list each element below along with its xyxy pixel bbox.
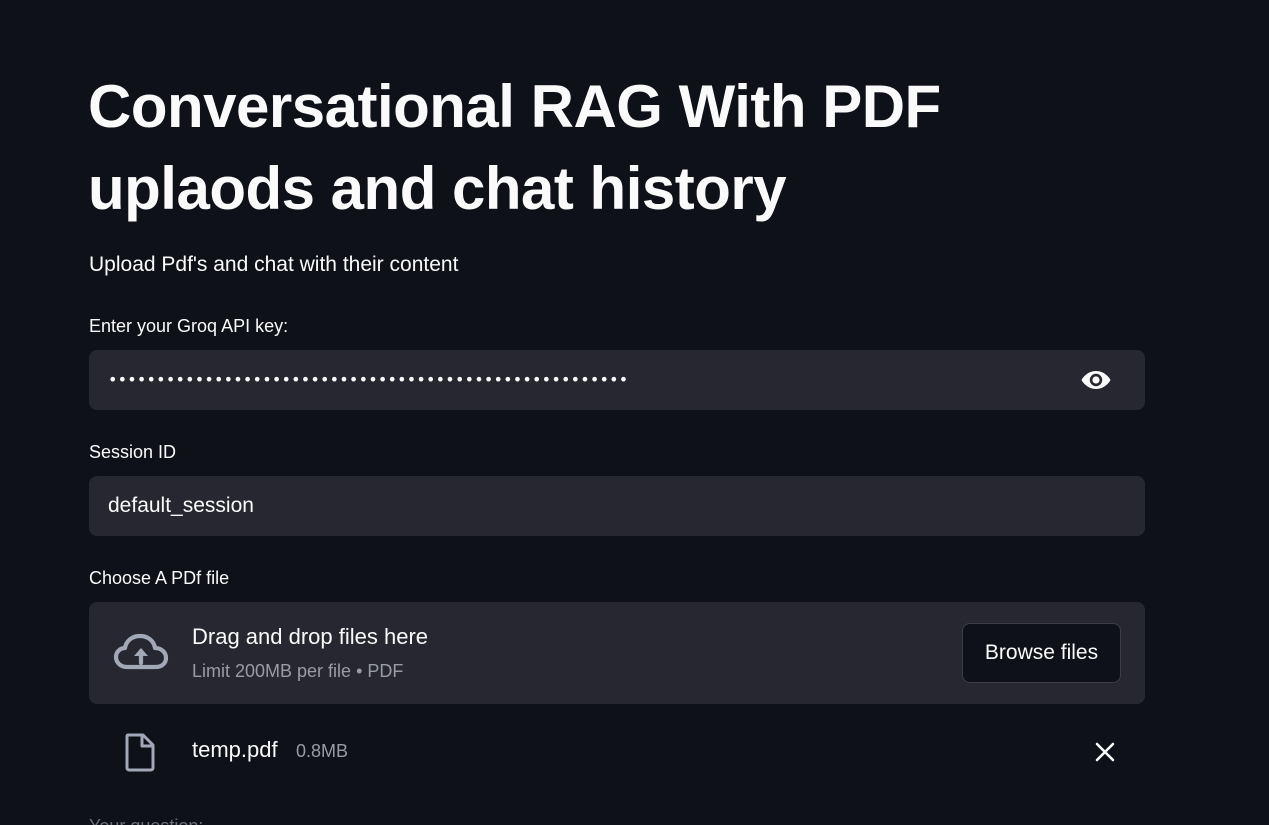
close-icon[interactable]	[1091, 738, 1119, 766]
session-id-field[interactable]	[89, 476, 1145, 536]
session-id-input[interactable]	[89, 476, 1049, 536]
browse-files-button[interactable]: Browse files	[962, 623, 1121, 683]
eye-icon[interactable]	[1080, 368, 1112, 392]
page-subtitle: Upload Pdf's and chat with their content	[89, 253, 459, 276]
question-label: Your question:	[89, 814, 203, 825]
api-key-masked-value: ••••••••••••••••••••••••••••••••••••••••…	[108, 370, 629, 389]
api-key-label: Enter your Groq API key:	[89, 316, 289, 336]
page-title: Conversational RAG With PDF uplaods and …	[88, 73, 941, 222]
file-dropzone[interactable]: Drag and drop files here Limit 200MB per…	[89, 602, 1145, 704]
uploaded-file-size: 0.8MB	[296, 741, 349, 761]
session-id-label: Session ID	[89, 442, 177, 462]
main-content: Conversational RAG With PDF uplaods and …	[0, 0, 1269, 825]
cloud-upload-icon	[113, 632, 169, 674]
uploaded-file-item: temp.pdf 0.8MB	[89, 722, 1145, 782]
file-icon	[124, 732, 156, 772]
uploaded-file-name: temp.pdf	[192, 737, 278, 762]
dropzone-limit-text: Limit 200MB per file • PDF	[192, 661, 404, 681]
file-uploader-label: Choose A PDf file	[89, 568, 230, 588]
api-key-input[interactable]: ••••••••••••••••••••••••••••••••••••••••…	[89, 350, 1145, 410]
dropzone-instructions: Drag and drop files here	[192, 624, 429, 649]
